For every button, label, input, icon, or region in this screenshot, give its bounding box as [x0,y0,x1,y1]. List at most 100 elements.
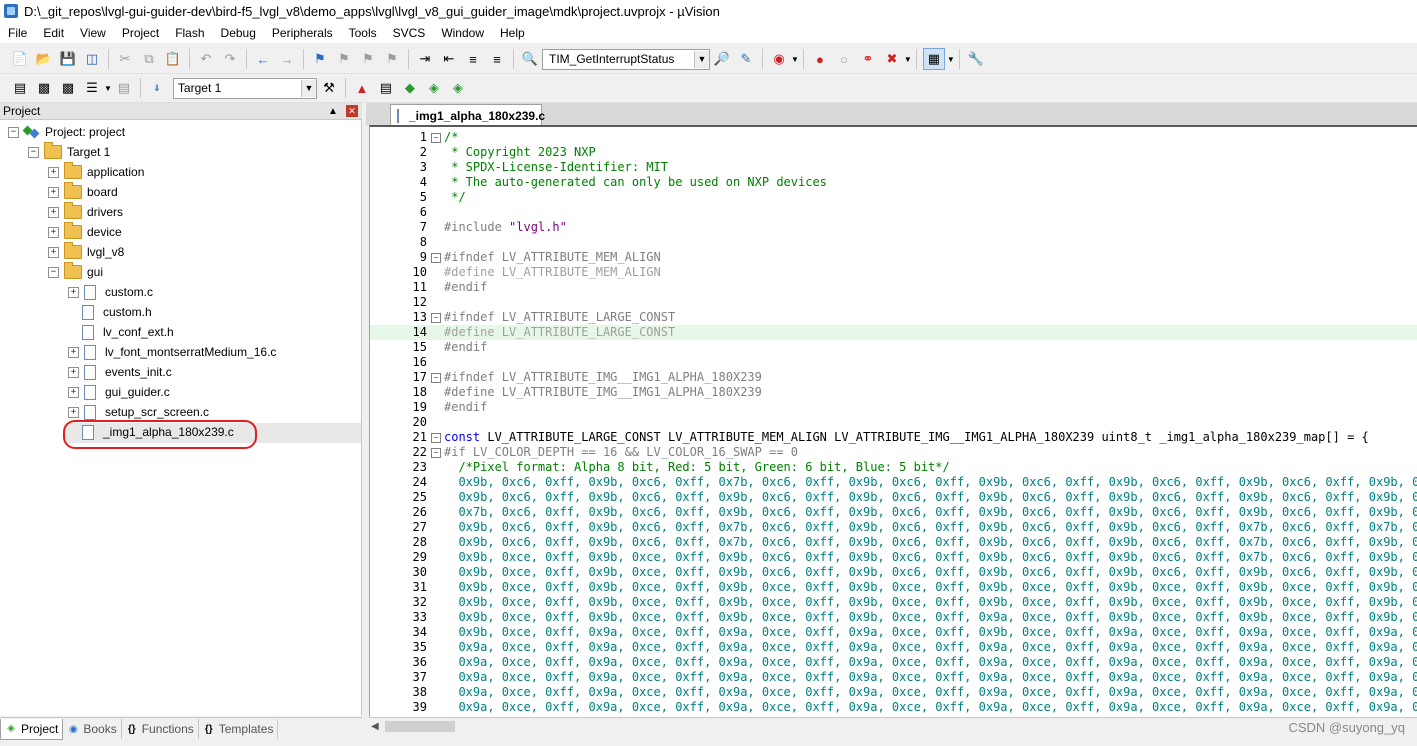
manage-components-icon[interactable]: ▲ [352,78,372,98]
code-line[interactable]: 22− #if LV_COLOR_DEPTH == 16 && LV_COLOR_… [370,445,1417,460]
collapse-icon[interactable]: − [8,126,19,138]
code-line[interactable]: 35 0x9a, 0xce, 0xff, 0x9a, 0xce, 0xff, 0… [370,640,1417,655]
code-line[interactable]: 36 0x9a, 0xce, 0xff, 0x9a, 0xce, 0xff, 0… [370,655,1417,670]
code-line[interactable]: 9− #ifndef LV_ATTRIBUTE_MEM_ALIGN [370,250,1417,265]
open-folder-icon[interactable]: 📂 [34,49,54,69]
expand-icon[interactable]: + [68,406,79,418]
tree-file-custom-c[interactable]: + custom.c [68,282,153,302]
fold-toggle-icon[interactable]: − [431,448,441,458]
uncomment-icon[interactable]: ≡ [487,49,507,69]
tree-file-font-montserrat[interactable]: + lv_font_montserratMedium_16.c [68,342,276,362]
menu-project[interactable]: Project [114,26,167,40]
disable-breakpoints-icon[interactable]: ⚭ [858,49,878,69]
code-line[interactable]: 3 * SPDX-License-Identifier: MIT [370,160,1417,175]
collapse-icon[interactable]: − [28,146,39,158]
code-line[interactable]: 24 0x9b, 0xc6, 0xff, 0x9b, 0xc6, 0xff, 0… [370,475,1417,490]
navigate-forward-icon[interactable]: → [277,49,297,69]
horizontal-scrollbar[interactable]: ◀ [369,717,1417,736]
kill-breakpoints-icon[interactable]: ✖ [882,49,902,69]
menu-view[interactable]: View [72,26,114,40]
expand-icon[interactable]: + [48,206,59,218]
select-packs-icon[interactable]: ◆ [400,78,420,98]
expand-icon[interactable]: + [48,246,59,258]
code-line[interactable]: 21− const LV_ATTRIBUTE_LARGE_CONST LV_ATT… [370,430,1417,445]
fold-toggle-icon[interactable]: − [431,373,441,383]
run-time-env-icon[interactable]: ◈ [424,78,444,98]
fold-toggle-icon[interactable]: − [431,433,441,443]
tree-file-custom-h[interactable]: custom.h [82,302,152,322]
tab-project[interactable]: ◈ Project [0,718,64,740]
code-line[interactable]: 12 [370,295,1417,310]
batch-build-icon[interactable]: ☰ [82,78,102,98]
fold-toggle-icon[interactable]: − [431,253,441,263]
code-line[interactable]: 1−/* [370,130,1417,145]
code-line[interactable]: 34 0x9b, 0xce, 0xff, 0x9a, 0xce, 0xff, 0… [370,625,1417,640]
menu-tools[interactable]: Tools [341,26,385,40]
code-line[interactable]: 18 #define LV_ATTRIBUTE_IMG__IMG1_ALPHA_1… [370,385,1417,400]
tree-node-project[interactable]: − Project: project [8,122,125,142]
save-icon[interactable]: 💾 [58,49,78,69]
code-line[interactable]: 25 0x9b, 0xc6, 0xff, 0x9b, 0xc6, 0xff, 0… [370,490,1417,505]
code-line[interactable]: 16 [370,355,1417,370]
code-line[interactable]: 23 /*Pixel format: Alpha 8 bit, Red: 5 b… [370,460,1417,475]
incremental-find-icon[interactable]: ✎ [736,49,756,69]
navigate-back-icon[interactable]: ← [253,49,273,69]
prev-bookmark-icon[interactable]: ⚑ [334,49,354,69]
menu-window[interactable]: Window [433,26,492,40]
chevron-down-icon[interactable]: ▼ [947,55,955,64]
tree-group-application[interactable]: + application [48,162,144,182]
expand-icon[interactable]: + [68,386,79,398]
expand-icon[interactable]: + [48,166,59,178]
code-line[interactable]: 6 [370,205,1417,220]
undo-icon[interactable]: ↶ [196,49,216,69]
target-combo[interactable]: Target 1 ▼ [172,77,317,99]
code-line[interactable]: 5 */ [370,190,1417,205]
code-line[interactable]: 38 0x9a, 0xce, 0xff, 0x9a, 0xce, 0xff, 0… [370,685,1417,700]
code-line[interactable]: 15 #endif [370,340,1417,355]
debug-session-icon[interactable]: ◉ [769,49,789,69]
code-editor[interactable]: 1−/* 2 * Copyright 2023 NXP 3 * SPDX-Licen… [369,125,1417,718]
window-layout-icon[interactable]: ▦ [922,48,945,70]
translate-icon[interactable]: ▤ [10,78,30,98]
build-icon[interactable]: ▩ [34,78,54,98]
tree-file-events-init-c[interactable]: + events_init.c [68,362,172,382]
indent-icon[interactable]: ⇥ [415,49,435,69]
code-line[interactable]: 29 0x9b, 0xce, 0xff, 0x9b, 0xce, 0xff, 0… [370,550,1417,565]
code-line[interactable]: 19 #endif [370,400,1417,415]
tree-file-setup-scr-screen-c[interactable]: + setup_scr_screen.c [68,402,209,422]
find-in-files-icon[interactable]: 🔍 [520,49,540,69]
bookmark-icon[interactable]: ⚑ [310,49,330,69]
pack-installer-icon[interactable]: ◈ [448,78,468,98]
expand-icon[interactable]: + [68,366,79,378]
target-options-icon[interactable]: ⚒ [319,78,339,98]
menu-file[interactable]: File [0,26,35,40]
menu-debug[interactable]: Debug [213,26,264,40]
tree-file-gui-guider-c[interactable]: + gui_guider.c [68,382,170,402]
chevron-down-icon[interactable]: ▼ [791,55,799,64]
expand-icon[interactable]: + [68,286,79,298]
expand-icon[interactable]: + [48,186,59,198]
tree-node-target[interactable]: − Target 1 [28,142,110,162]
code-line[interactable]: 32 0x9b, 0xce, 0xff, 0x9b, 0xce, 0xff, 0… [370,595,1417,610]
chevron-down-icon[interactable]: ▼ [104,84,112,93]
code-line[interactable]: 33 0x9b, 0xce, 0xff, 0x9b, 0xce, 0xff, 0… [370,610,1417,625]
code-line[interactable]: 8 [370,235,1417,250]
tree-file-lv-conf-ext-h[interactable]: lv_conf_ext.h [82,322,174,342]
fold-toggle-icon[interactable]: − [431,133,441,143]
code-line[interactable]: 10 #define LV_ATTRIBUTE_MEM_ALIGN [370,265,1417,280]
new-file-icon[interactable]: 📄 [10,49,30,69]
tab-books[interactable]: ◉ Books [63,719,122,739]
code-line[interactable]: 4 * The auto-generated can only be used … [370,175,1417,190]
pin-icon[interactable]: ▲ [326,106,340,117]
redo-icon[interactable]: ↷ [220,49,240,69]
insert-breakpoint-icon[interactable]: ● [810,49,830,69]
code-line[interactable]: 11 #endif [370,280,1417,295]
editor-tab-img1-alpha[interactable]: _img1_alpha_180x239.c [390,104,545,126]
unindent-icon[interactable]: ⇤ [439,49,459,69]
chevron-down-icon[interactable]: ▼ [300,79,316,97]
code-line[interactable]: 2 * Copyright 2023 NXP [370,145,1417,160]
tab-functions[interactable]: {} Functions [122,719,199,739]
code-line[interactable]: 31 0x9b, 0xce, 0xff, 0x9b, 0xce, 0xff, 0… [370,580,1417,595]
paste-icon[interactable]: 📋 [163,49,183,69]
code-line[interactable]: 13− #ifndef LV_ATTRIBUTE_LARGE_CONST [370,310,1417,325]
